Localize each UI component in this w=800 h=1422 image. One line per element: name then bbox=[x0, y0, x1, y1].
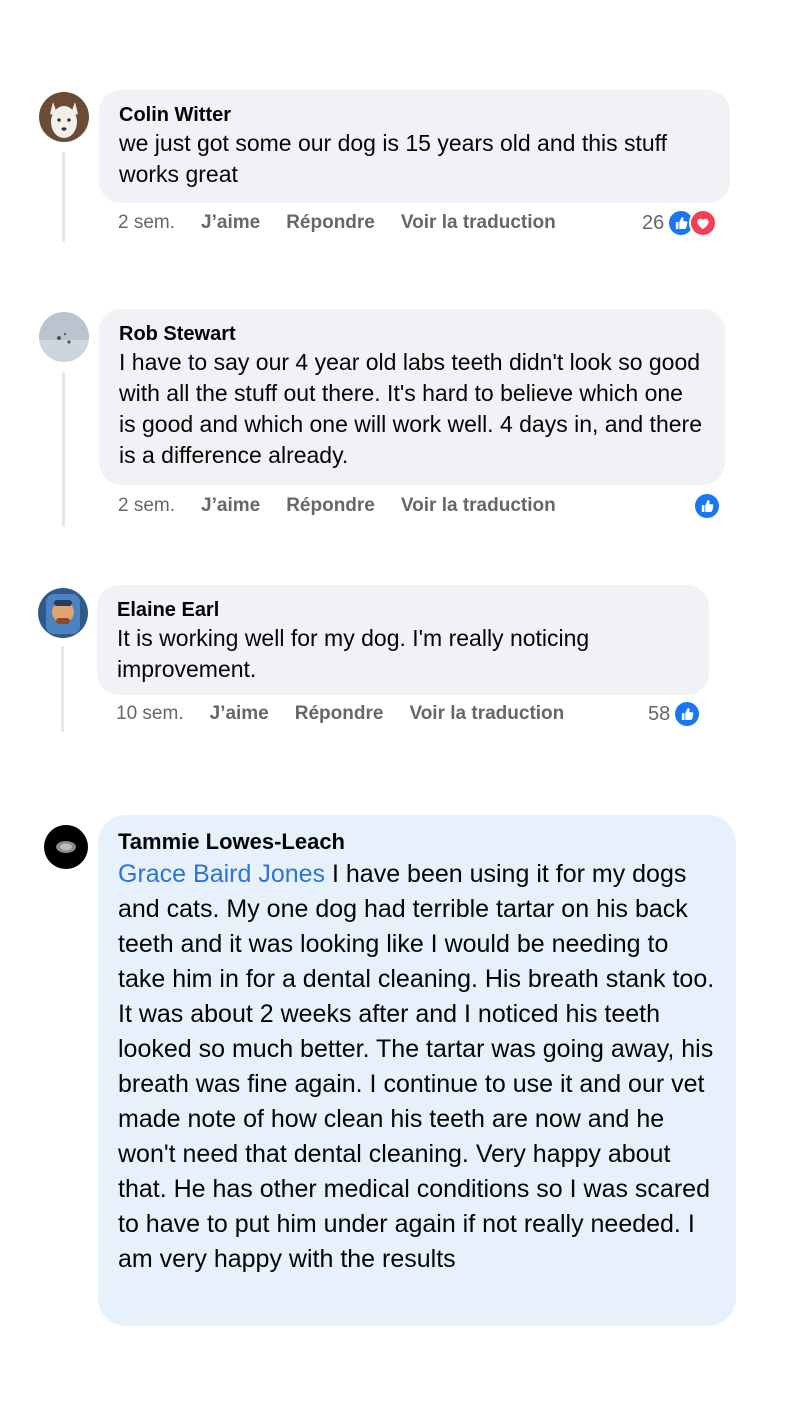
comments-page: Colin Witter we just got some our dog is… bbox=[0, 0, 800, 1422]
like-icon bbox=[673, 700, 702, 728]
like-button[interactable]: J’aime bbox=[210, 703, 269, 725]
comment-text: we just got some our dog is 15 years old… bbox=[119, 130, 668, 187]
see-translation-button[interactable]: Voir la traduction bbox=[401, 212, 556, 234]
avatar[interactable] bbox=[38, 588, 88, 638]
comment-actions: 10 sem. J’aime Répondre Voir la traducti… bbox=[116, 699, 590, 729]
reaction-count: 26 bbox=[642, 211, 665, 234]
reply-button[interactable]: Répondre bbox=[286, 495, 375, 517]
reaction-summary[interactable]: 58 bbox=[648, 699, 702, 729]
comment-author[interactable]: Rob Stewart bbox=[119, 321, 705, 347]
mention-link[interactable]: Grace Baird Jones bbox=[118, 860, 325, 888]
comment-actions: 2 sem. J’aime Répondre Voir la traductio… bbox=[118, 491, 582, 521]
comment-actions: 2 sem. J’aime Répondre Voir la traductio… bbox=[118, 208, 582, 238]
comment-text: Grace Baird Jones I have been using it f… bbox=[118, 857, 716, 1277]
avatar[interactable] bbox=[44, 825, 88, 869]
reaction-count: 58 bbox=[648, 702, 671, 725]
comment-author[interactable]: Tammie Lowes-Leach bbox=[118, 827, 716, 857]
reply-button[interactable]: Répondre bbox=[295, 703, 384, 725]
reaction-summary[interactable]: 26 bbox=[642, 208, 718, 238]
avatar[interactable] bbox=[39, 92, 89, 142]
comment-author[interactable]: Colin Witter bbox=[119, 102, 710, 128]
comment-bubble: Tammie Lowes-Leach Grace Baird Jones I h… bbox=[98, 815, 736, 1326]
like-button[interactable]: J’aime bbox=[201, 495, 260, 517]
reply-button[interactable]: Répondre bbox=[286, 212, 375, 234]
comment-bubble: Elaine Earl It is working well for my do… bbox=[97, 585, 709, 695]
like-button[interactable]: J’aime bbox=[201, 212, 260, 234]
see-translation-button[interactable]: Voir la traduction bbox=[401, 495, 556, 517]
comment-bubble: Colin Witter we just got some our dog is… bbox=[99, 90, 730, 203]
comment-bubble: Rob Stewart I have to say our 4 year old… bbox=[99, 309, 725, 485]
comment-body: I have been using it for my dogs and cat… bbox=[118, 860, 715, 1273]
avatar[interactable] bbox=[39, 312, 89, 362]
reaction-summary[interactable] bbox=[693, 491, 721, 521]
thread-line bbox=[61, 646, 64, 732]
comment-text: I have to say our 4 year old labs teeth … bbox=[119, 349, 702, 468]
comment-timestamp[interactable]: 2 sem. bbox=[118, 495, 175, 517]
comment-timestamp[interactable]: 2 sem. bbox=[118, 212, 175, 234]
comment-timestamp[interactable]: 10 sem. bbox=[116, 703, 184, 725]
comment-author[interactable]: Elaine Earl bbox=[117, 597, 689, 623]
love-icon bbox=[689, 209, 718, 237]
like-icon bbox=[693, 492, 721, 520]
thread-line bbox=[62, 152, 65, 242]
see-translation-button[interactable]: Voir la traduction bbox=[409, 703, 564, 725]
comment-text: It is working well for my dog. I'm reall… bbox=[117, 625, 590, 682]
thread-line bbox=[62, 372, 65, 527]
